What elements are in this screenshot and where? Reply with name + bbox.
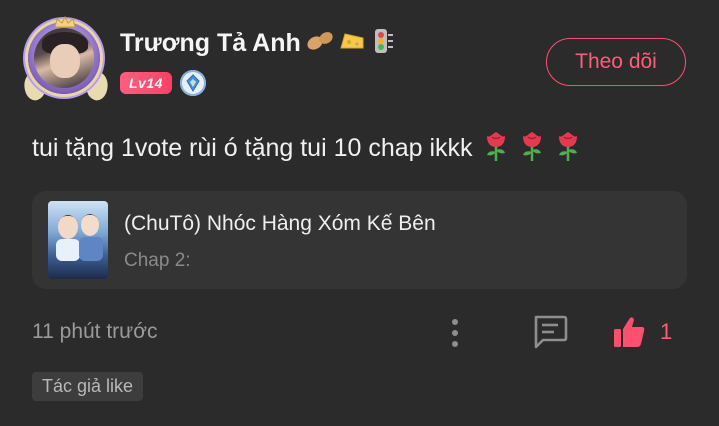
avatar-photo (34, 28, 94, 88)
comment-text: tui tặng 1vote rùi ó tặng tui 10 chap ik… (32, 134, 473, 163)
reply-button[interactable] (531, 314, 569, 350)
author-like-tag: Tác giả like (32, 372, 144, 401)
crown-icon (54, 16, 76, 28)
traffic-light-icon (369, 28, 395, 61)
username-row: Trương Tả Anh (120, 28, 395, 61)
rose-icon (483, 130, 509, 169)
follow-button[interactable]: Theo dõi (546, 38, 686, 86)
comment-text-row: tui tặng 1vote rùi ó tặng tui 10 chap ik… (32, 130, 581, 169)
more-vertical-icon (452, 319, 458, 347)
rose-icon (555, 130, 581, 169)
user-badges: Lv14 (120, 70, 206, 96)
chapter-thumbnail (48, 201, 108, 279)
username[interactable]: Trương Tả Anh (120, 29, 301, 57)
cheese-icon (339, 30, 365, 59)
gem-badge-icon (179, 70, 206, 96)
comment-icon (534, 315, 568, 349)
comment-time: 11 phút trước (32, 320, 158, 343)
like-count: 1 (660, 319, 673, 344)
more-options-button[interactable] (445, 316, 465, 350)
avatar[interactable] (19, 16, 113, 103)
chapter-subtitle: Chap 2: (124, 250, 191, 271)
thumbs-up-icon (614, 317, 645, 347)
like-button[interactable]: 1 (612, 312, 672, 352)
level-badge: Lv14 (120, 72, 172, 94)
rose-icon (519, 130, 545, 169)
peanut-icon (305, 29, 335, 60)
chapter-card[interactable]: (ChuTô) Nhóc Hàng Xóm Kế Bên Chap 2: (32, 191, 687, 289)
chapter-title: (ChuTô) Nhóc Hàng Xóm Kế Bên (124, 212, 436, 235)
